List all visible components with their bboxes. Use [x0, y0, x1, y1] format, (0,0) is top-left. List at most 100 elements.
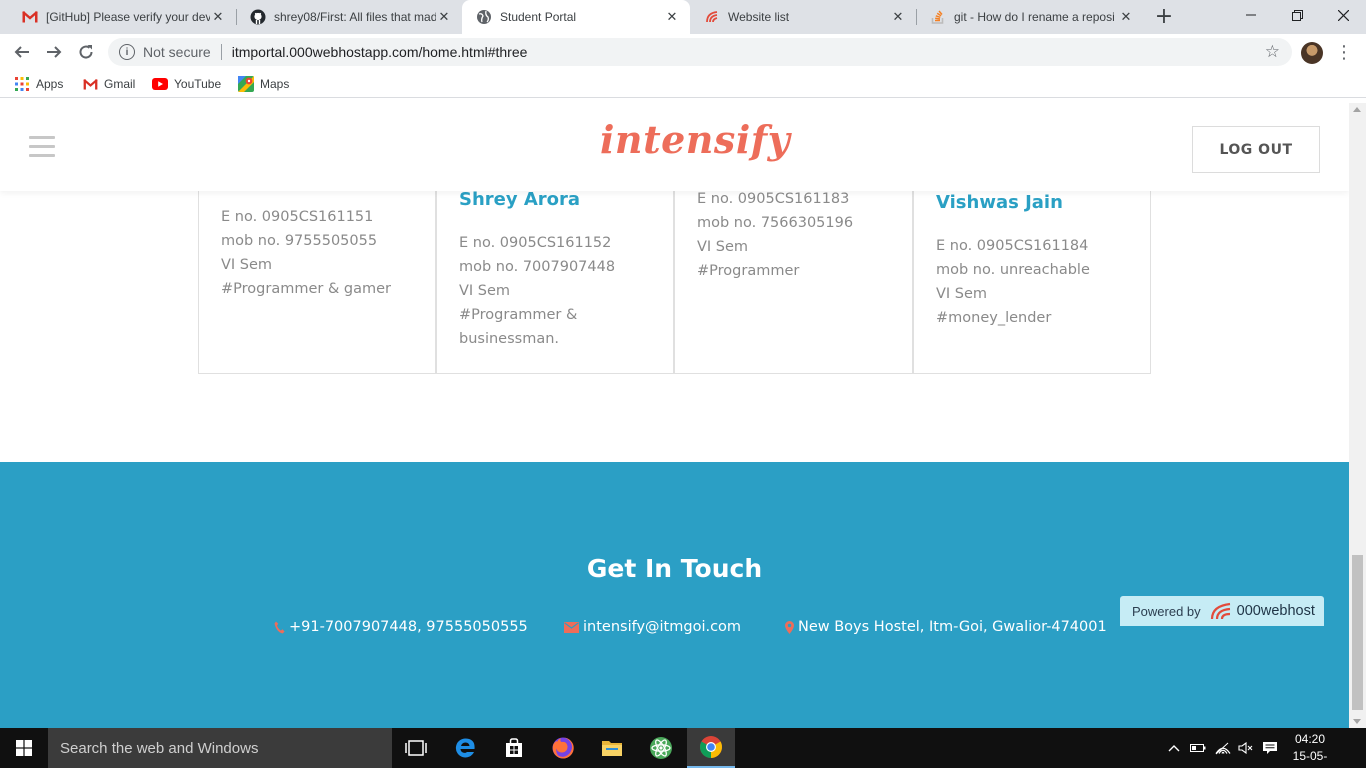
member-mobile: mob no. 7566305196 [697, 215, 854, 231]
close-icon[interactable]: ✕ [1118, 9, 1134, 25]
member-details: E no. 0905CS161151 mob no. 9755505055 VI… [221, 205, 425, 301]
wifi-icon[interactable] [1212, 728, 1234, 768]
new-tab-button[interactable]: + [1152, 6, 1176, 30]
minimize-button[interactable] [1228, 0, 1274, 30]
github-icon [250, 9, 266, 25]
phone-icon [274, 621, 285, 634]
member-details: E no. 0905CS161184 mob no. unreachable V… [936, 234, 1140, 330]
scroll-down-arrow-icon[interactable] [1353, 719, 1361, 724]
scroll-up-arrow-icon[interactable] [1353, 107, 1361, 112]
close-icon[interactable]: ✕ [664, 9, 680, 25]
taskbar-atom[interactable] [637, 728, 685, 768]
clock-date: 15-05-2020 [1292, 749, 1328, 768]
restore-button[interactable] [1274, 0, 1320, 30]
member-tagline: #Programmer & [459, 307, 578, 323]
powered-by-badge[interactable]: Powered by 000webhost [1120, 596, 1324, 626]
profile-avatar[interactable] [1301, 42, 1323, 64]
globe-icon [476, 9, 492, 25]
taskbar-search-box[interactable]: Search the web and Windows [48, 728, 392, 768]
bookmark-label: Maps [260, 77, 290, 91]
brand-logo[interactable]: intensify [600, 117, 790, 162]
url-text[interactable]: itmportal.000webhostapp.com/home.html#th… [232, 44, 528, 60]
start-button[interactable] [0, 728, 48, 768]
edge-icon [455, 738, 475, 758]
address-bar[interactable]: i Not secure itmportal.000webhostapp.com… [108, 38, 1292, 66]
taskbar-chrome[interactable] [687, 728, 735, 768]
close-icon[interactable]: ✕ [436, 9, 452, 25]
bookmark-gmail[interactable]: Gmail [82, 75, 135, 93]
tab-title: [GitHub] Please verify your dev [46, 10, 210, 24]
store-icon [506, 738, 522, 757]
hamburger-menu-icon[interactable] [29, 136, 55, 158]
member-name: Shrey Arora [459, 189, 581, 210]
phone-text: +91-7007907448, 97555050555 [289, 619, 528, 635]
member-semester: VI Sem [936, 286, 988, 302]
bookmark-label: Gmail [104, 77, 136, 91]
contact-address: New Boys Hostel, Itm-Goi, Gwalior-474001 [785, 619, 1107, 635]
gmail-icon [22, 9, 38, 25]
action-center-icon[interactable] [1259, 728, 1281, 768]
member-tagline: #money_lender [936, 310, 1052, 326]
close-window-button[interactable] [1320, 0, 1366, 30]
member-enrollment: E no. 0905CS161151 [221, 209, 374, 225]
bookmark-maps[interactable]: Maps [238, 75, 289, 93]
folder-icon [602, 741, 622, 756]
taskbar-edge[interactable] [441, 728, 489, 768]
arrow-right-icon [47, 46, 62, 58]
chrome-icon [700, 736, 722, 758]
task-view-button[interactable] [392, 728, 440, 768]
taskbar-firefox[interactable] [539, 728, 587, 768]
taskbar-file-explorer[interactable] [588, 728, 636, 768]
tab-github-verify[interactable]: [GitHub] Please verify your dev ✕ [8, 0, 236, 34]
volume-muted-icon[interactable] [1235, 728, 1257, 768]
bookmark-apps[interactable]: Apps [14, 75, 63, 93]
bookmark-label: YouTube [174, 77, 222, 91]
member-mobile: mob no. 7007907448 [459, 259, 616, 275]
tab-student-portal[interactable]: Student Portal ✕ [462, 0, 690, 34]
tab-title: Website list [728, 10, 790, 24]
footer-title: Get In Touch [586, 554, 763, 583]
page-scrollbar[interactable] [1349, 103, 1366, 728]
map-marker-icon [785, 620, 794, 634]
000webhost-icon [1209, 602, 1233, 620]
back-button[interactable] [10, 40, 34, 64]
address-divider [220, 44, 222, 60]
bookmark-star-icon[interactable]: ☆ [1265, 42, 1280, 62]
atom-icon [650, 737, 672, 759]
tab-website-list[interactable]: Website list ✕ [690, 0, 916, 34]
member-semester: VI Sem [697, 239, 749, 255]
info-icon[interactable]: i [119, 44, 135, 60]
taskbar-store[interactable] [490, 728, 538, 768]
menu-kebab-icon[interactable]: ⋮ [1334, 42, 1354, 64]
forward-button[interactable] [42, 40, 66, 64]
000webhost-icon [704, 9, 720, 25]
scrollbar-thumb[interactable] [1352, 555, 1363, 710]
email-text[interactable]: intensify@itmgoi.com [583, 619, 741, 635]
taskbar-clock[interactable]: 04:20 15-05-2020 [1282, 731, 1338, 768]
task-view-icon [405, 740, 427, 756]
site-navbar: intensify LOG OUT [0, 103, 1349, 191]
battery-icon[interactable] [1187, 728, 1209, 768]
powered-by-brand: 000webhost [1236, 603, 1315, 619]
tray-overflow-chevron-icon[interactable] [1164, 728, 1184, 768]
contact-email: intensify@itmgoi.com [564, 619, 741, 635]
maps-icon [238, 76, 254, 92]
close-icon[interactable]: ✕ [210, 9, 226, 25]
tab-git-rename[interactable]: git - How do I rename a reposi ✕ [916, 0, 1144, 34]
member-enrollment: E no. 0905CS161152 [459, 235, 612, 251]
member-semester: VI Sem [459, 283, 511, 299]
tab-title: Student Portal [500, 10, 577, 24]
close-icon[interactable]: ✕ [890, 9, 906, 25]
member-tagline: #Programmer & gamer [221, 281, 391, 297]
page-viewport: E no. 0905CS161151 mob no. 9755505055 VI… [0, 103, 1349, 728]
tab-github-repo[interactable]: shrey08/First: All files that mad ✕ [236, 0, 462, 34]
powered-by-label: Powered by [1132, 603, 1201, 619]
member-tagline-cont: businessman. [459, 331, 560, 347]
reload-button[interactable] [74, 40, 98, 64]
youtube-icon [152, 76, 168, 92]
logout-button[interactable]: LOG OUT [1192, 126, 1320, 173]
bookmark-youtube[interactable]: YouTube [152, 75, 221, 93]
security-label: Not secure [143, 44, 211, 60]
apps-grid-icon [14, 76, 30, 92]
contact-footer: Get In Touch +91-7007907448, 97555050555… [0, 462, 1349, 728]
